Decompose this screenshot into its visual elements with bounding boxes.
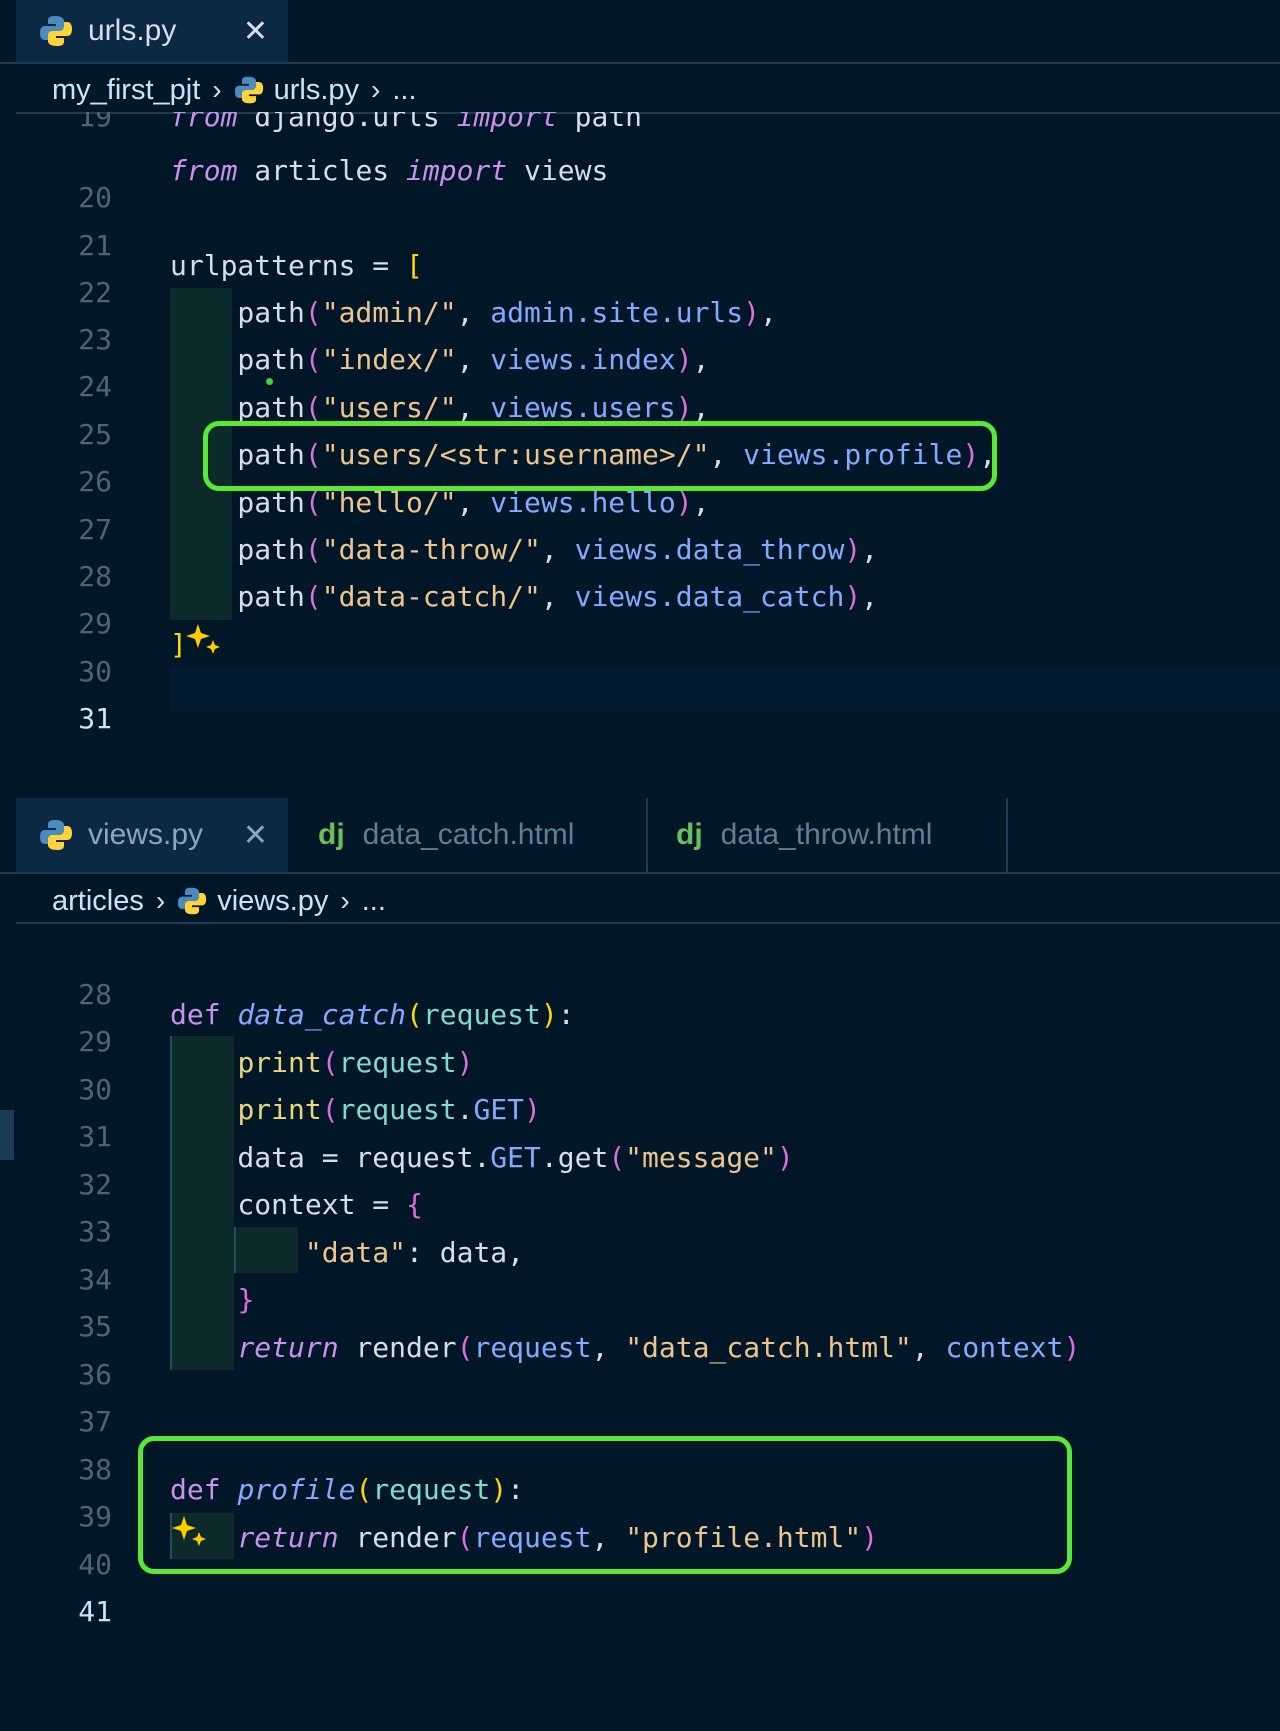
breadcrumb-folder[interactable]: my_first_pjt [52, 74, 200, 107]
code-line: 32 data = request.GET.get("message") [0, 1135, 1280, 1201]
code-line: 31 print(request.GET) [0, 1087, 1280, 1153]
chevron-right-icon: › [212, 74, 222, 105]
django-icon: dj [318, 818, 345, 851]
line-number: 31 [78, 702, 112, 735]
sparkle-icon[interactable] [186, 622, 222, 663]
breadcrumb: articles › views.py › ... [52, 878, 386, 924]
python-icon [38, 817, 74, 853]
code-line: 23 path("admin/", admin.site.urls), [0, 290, 1280, 356]
close-icon[interactable]: ✕ [243, 818, 268, 853]
code-line: 29 def data_catch(request): [0, 992, 1280, 1058]
code-line: 28 path("data-throw/", views.data_throw)… [0, 527, 1280, 593]
code-line: 29 path("data-catch/", views.data_catch)… [0, 574, 1280, 640]
chevron-right-icon: › [371, 74, 381, 105]
bottom-tab-bar: views.py ✕ dj data_catch.html dj data_th… [0, 798, 1280, 874]
tab-label: data_throw.html [720, 818, 933, 851]
tab-label: views.py [88, 818, 204, 851]
python-icon [38, 13, 74, 49]
tab-data-catch-html[interactable]: dj data_catch.html [290, 798, 648, 872]
tab-views-py[interactable]: views.py ✕ [16, 798, 288, 872]
highlight-box-view [138, 1436, 1072, 1574]
tab-urls-py[interactable]: urls.py ✕ [16, 0, 288, 62]
chevron-right-icon: › [340, 885, 350, 916]
code-line: 36 return render(request, "data_catch.ht… [0, 1325, 1280, 1391]
code-line: 21 [0, 196, 1280, 262]
code-line: 35 } [0, 1277, 1280, 1343]
chevron-right-icon: › [155, 885, 166, 916]
code-line: 33 context = { [0, 1182, 1280, 1248]
tab-data-throw-html[interactable]: dj data_throw.html [648, 798, 1008, 872]
close-icon[interactable]: ✕ [243, 14, 268, 49]
line-number: 41 [78, 1595, 112, 1628]
code-line: 22 urlpatterns = [ [0, 243, 1280, 309]
breadcrumb: my_first_pjt › urls.py › ... [52, 68, 417, 112]
cursor-dot [266, 378, 273, 385]
breadcrumb-file[interactable]: views.py [217, 885, 328, 918]
python-icon [234, 75, 264, 105]
code-line: 20 from articles import views [0, 148, 1280, 214]
code-line: 24 path("index/", views.index), [0, 337, 1280, 403]
python-icon [177, 886, 207, 916]
tab-label: data_catch.html [362, 818, 575, 851]
divider [16, 922, 1280, 924]
code-line: 31 [0, 669, 1280, 735]
code-line: 37 [0, 1372, 1280, 1438]
code-line: 28 [0, 945, 1280, 1011]
breadcrumb-more[interactable]: ... [392, 74, 416, 107]
line-number: 19 [78, 112, 112, 133]
code-line: 19 from django.urls import path [0, 112, 1280, 140]
breadcrumb-folder[interactable]: articles [52, 885, 144, 918]
breadcrumb-file[interactable]: urls.py [274, 74, 359, 107]
code-line: 30 print(request) [0, 1040, 1280, 1106]
highlight-box-url [203, 421, 997, 491]
tab-label: urls.py [88, 14, 177, 47]
breadcrumb-more[interactable]: ... [362, 885, 386, 918]
django-icon: dj [676, 818, 703, 851]
code-line: 34 "data": data, [0, 1230, 1280, 1296]
top-tab-bar: urls.py ✕ [0, 0, 1280, 64]
